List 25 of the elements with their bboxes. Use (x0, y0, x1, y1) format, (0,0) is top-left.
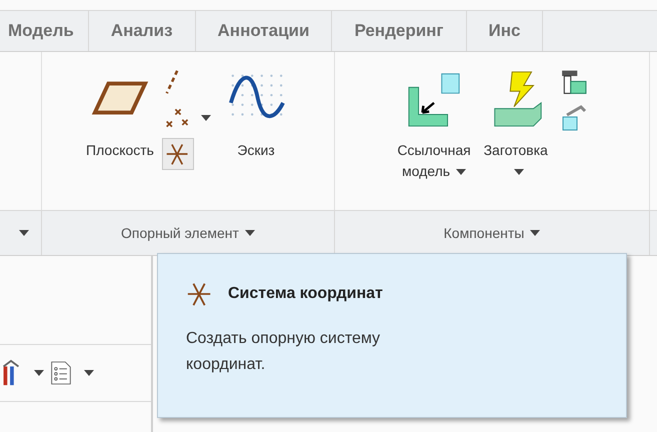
ribbon-tab[interactable]: Аннотации (196, 11, 332, 51)
ribbon-button[interactable]: Плоскость (82, 66, 158, 165)
ribbon-tab[interactable]: Модель (0, 11, 89, 51)
tooltip-text: Создать опорную систему координат. (186, 329, 382, 375)
caret-icon (530, 230, 540, 236)
clamp-icon (560, 69, 587, 95)
tooltip-title: Система координат (228, 285, 383, 303)
caret-icon (201, 115, 211, 121)
caret-icon[interactable] (84, 370, 94, 376)
tool-box-icon (560, 105, 587, 131)
ribbon-button[interactable] (162, 138, 194, 170)
ribbon-tab[interactable]: Анализ (88, 11, 196, 51)
caret-icon (514, 169, 524, 176)
dashed-line-icon (165, 69, 179, 95)
caret-icon[interactable] (34, 370, 44, 376)
ribbon-button[interactable]: Заготовка (478, 66, 554, 186)
ribbon-tab[interactable]: Рендеринг (332, 11, 467, 51)
ribbon-button[interactable]: Ссылочная модель (394, 66, 474, 186)
tools-icon[interactable] (0, 359, 22, 387)
caret-icon (18, 230, 28, 236)
ribbon-button[interactable]: Эскиз (218, 66, 294, 165)
ribbon-tab[interactable]: Инс (466, 11, 544, 51)
caret-icon (456, 169, 466, 176)
list-icon[interactable] (50, 359, 72, 387)
caret-icon (244, 230, 255, 236)
